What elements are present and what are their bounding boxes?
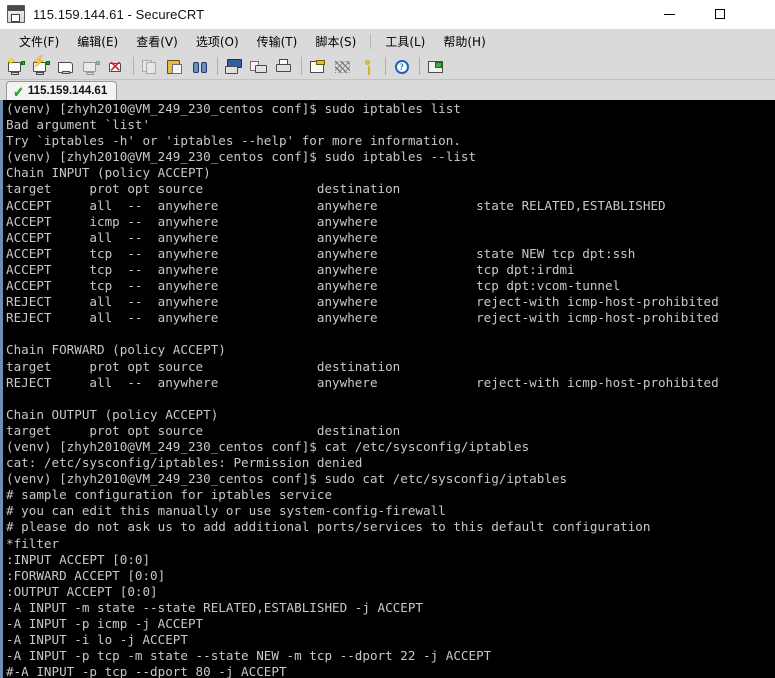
- copy-icon: [141, 58, 160, 75]
- terminal-line: Try `iptables -h' or 'iptables --help' f…: [6, 133, 461, 149]
- connected-check-icon: ✓: [13, 83, 24, 99]
- terminal-line: ACCEPT all -- anywhere anywhere state RE…: [6, 197, 666, 213]
- toolbar: ✦ ⚡ ✕ ?: [0, 53, 775, 80]
- help-icon: ?: [393, 58, 412, 75]
- terminal-line: :FORWARD ACCEPT [0:0]: [6, 567, 166, 583]
- terminal-line: REJECT all -- anywhere anywhere reject-w…: [6, 374, 719, 390]
- terminal-line: (venv) [zhyh2010@VM_249_230_centos conf]…: [6, 471, 568, 487]
- terminal-line: ACCEPT icmp -- anywhere anywhere: [6, 213, 378, 229]
- terminal-line: target prot opt source destination: [6, 422, 401, 438]
- window-titlebar[interactable]: 115.159.144.61 - SecureCRT: [0, 0, 775, 29]
- terminal-line: ACCEPT tcp -- anywhere anywhere state NE…: [6, 245, 636, 261]
- find-icon: [191, 58, 210, 75]
- global-options-icon: [334, 58, 353, 75]
- session-options-button[interactable]: [306, 55, 330, 78]
- terminal-line: #-A INPUT -p tcp --dport 80 -j ACCEPT: [6, 664, 287, 678]
- menu-file[interactable]: 文件(F): [10, 30, 68, 53]
- menu-separator: [370, 33, 372, 49]
- tab-session-115-159-144-61[interactable]: ✓ 115.159.144.61: [6, 81, 118, 100]
- help-button[interactable]: ?: [390, 55, 414, 78]
- session-options-icon: [309, 58, 328, 75]
- print-icon: [275, 58, 294, 75]
- print-screen-button[interactable]: [222, 55, 246, 78]
- terminal-output[interactable]: (venv) [zhyh2010@VM_249_230_centos conf]…: [4, 100, 775, 678]
- securecrt-app-icon: [7, 5, 25, 23]
- paste-button[interactable]: [163, 55, 187, 78]
- tab-label: 115.159.144.61: [27, 85, 108, 97]
- menu-script[interactable]: 脚本(S): [306, 30, 365, 53]
- terminal-line: ACCEPT tcp -- anywhere anywhere tcp dpt:…: [6, 261, 575, 277]
- menu-options[interactable]: 选项(O): [187, 30, 248, 53]
- copy-button[interactable]: [138, 55, 162, 78]
- log-session-icon: [249, 58, 269, 75]
- maximize-button[interactable]: [697, 0, 743, 28]
- paste-icon: [166, 58, 185, 75]
- connect-button[interactable]: ⚡: [29, 55, 53, 78]
- terminal-line: (venv) [zhyh2010@VM_249_230_centos conf]…: [6, 149, 477, 165]
- terminal-line: ACCEPT tcp -- anywhere anywhere tcp dpt:…: [6, 278, 621, 294]
- menu-transfer[interactable]: 传输(T): [248, 30, 307, 53]
- terminal-line: -A INPUT -i lo -j ACCEPT: [6, 632, 188, 648]
- terminal-line: target prot opt source destination: [6, 358, 401, 374]
- key-button[interactable]: [356, 55, 380, 78]
- terminal-line: Bad argument `list': [6, 117, 151, 133]
- terminal-line: Chain OUTPUT (policy ACCEPT): [6, 406, 219, 422]
- print-screen-icon: [224, 58, 244, 75]
- terminal-line: # please do not ask us to add additional…: [6, 519, 651, 535]
- window-title: 115.159.144.61 - SecureCRT: [33, 6, 205, 22]
- menu-edit[interactable]: 编辑(E): [68, 30, 127, 53]
- terminal-line: (venv) [zhyh2010@VM_249_230_centos conf]…: [6, 438, 530, 454]
- print-button[interactable]: [272, 55, 296, 78]
- terminal-line: # sample configuration for iptables serv…: [6, 487, 333, 503]
- arrange-windows-button[interactable]: [424, 55, 448, 78]
- reconnect-icon: [82, 58, 101, 75]
- menu-tools[interactable]: 工具(L): [376, 30, 434, 53]
- terminal-area[interactable]: (venv) [zhyh2010@VM_249_230_centos conf]…: [0, 100, 775, 678]
- connect-local-shell-icon: [57, 58, 76, 75]
- toolbar-separator-4: [385, 57, 386, 75]
- terminal-line: cat: /etc/sysconfig/iptables: Permission…: [6, 455, 363, 471]
- toolbar-separator-1: [133, 57, 134, 75]
- terminal-line: REJECT all -- anywhere anywhere reject-w…: [6, 294, 719, 310]
- terminal-line: target prot opt source destination: [6, 181, 401, 197]
- minimize-button[interactable]: [646, 0, 692, 28]
- toolbar-separator-5: [419, 57, 420, 75]
- terminal-line: ACCEPT all -- anywhere anywhere: [6, 229, 378, 245]
- reconnect-button[interactable]: [79, 55, 103, 78]
- find-button[interactable]: [188, 55, 212, 78]
- menu-help[interactable]: 帮助(H): [434, 30, 494, 53]
- terminal-line: Chain FORWARD (policy ACCEPT): [6, 342, 226, 358]
- minimize-icon: [663, 13, 675, 15]
- tab-strip: ✓ 115.159.144.61: [0, 80, 775, 100]
- maximize-icon: [715, 9, 725, 19]
- local-shell-button[interactable]: [54, 55, 78, 78]
- terminal-line: REJECT all -- anywhere anywhere reject-w…: [6, 310, 719, 326]
- terminal-line: :OUTPUT ACCEPT [0:0]: [6, 583, 158, 599]
- terminal-line: -A INPUT -m state --state RELATED,ESTABL…: [6, 599, 424, 615]
- terminal-line: -A INPUT -p tcp -m state --state NEW -m …: [6, 648, 492, 664]
- menu-bar: 文件(F) 编辑(E) 查看(V) 选项(O) 传输(T) 脚本(S) 工具(L…: [0, 29, 775, 53]
- disconnect-icon: ✕: [108, 56, 122, 76]
- new-session-button[interactable]: ✦: [4, 55, 28, 78]
- terminal-line: Chain INPUT (policy ACCEPT): [6, 165, 211, 181]
- terminal-line: # you can edit this manually or use syst…: [6, 503, 446, 519]
- connect-icon: ⚡: [32, 56, 51, 75]
- terminal-line: :INPUT ACCEPT [0:0]: [6, 551, 151, 567]
- terminal-line: *filter: [6, 535, 60, 551]
- disconnect-button[interactable]: ✕: [104, 55, 128, 78]
- terminal-line: -A INPUT -p icmp -j ACCEPT: [6, 616, 204, 631]
- new-session-icon: ✦: [7, 56, 26, 75]
- key-icon: [359, 58, 378, 75]
- menu-view[interactable]: 查看(V): [127, 30, 187, 53]
- log-session-button[interactable]: [247, 55, 271, 78]
- terminal-line: (venv) [zhyh2010@VM_249_230_centos conf]…: [6, 101, 461, 116]
- arrange-windows-icon: [427, 58, 446, 75]
- toolbar-separator-2: [217, 57, 218, 75]
- global-options-button[interactable]: [331, 55, 355, 78]
- toolbar-separator-3: [301, 57, 302, 75]
